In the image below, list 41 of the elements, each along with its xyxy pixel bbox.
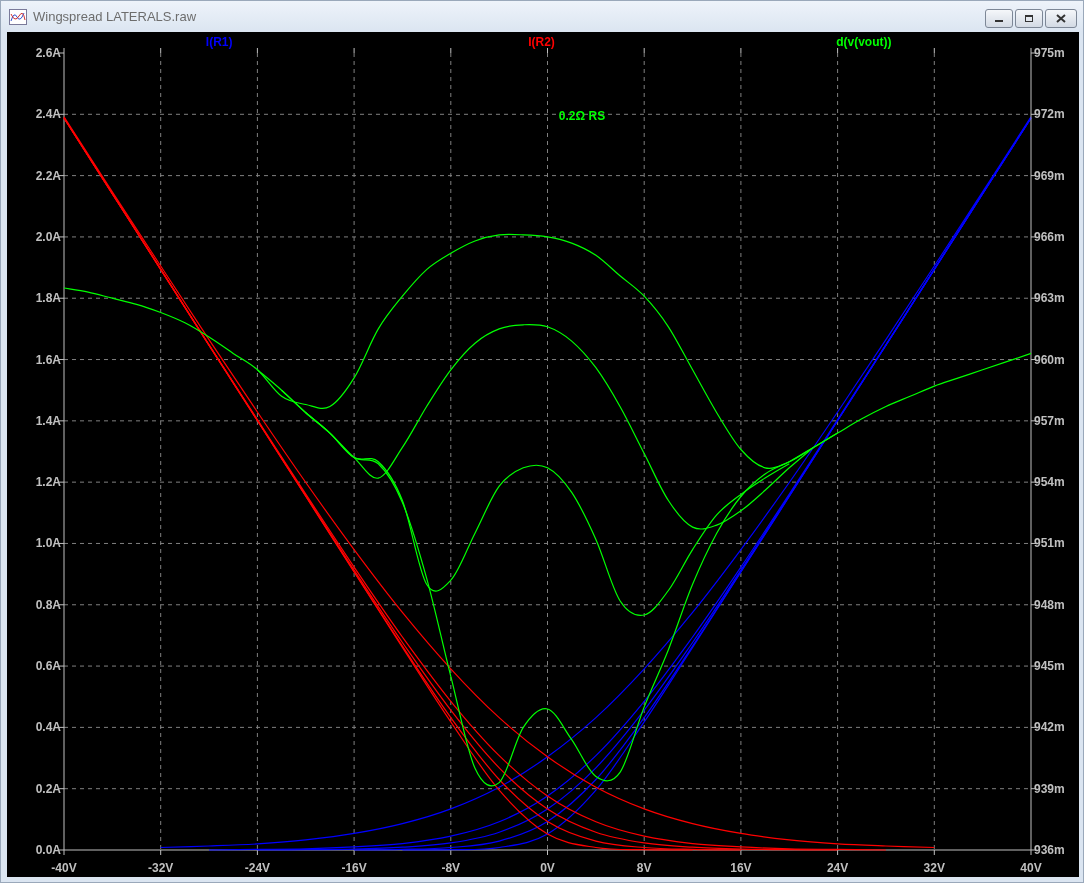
right-axis-label: 975m [1034,46,1065,60]
x-axis-label: 32V [923,861,945,875]
y-axis-label: 1.8A [35,291,61,306]
x-axis-label: -24V [244,861,271,875]
right-axis-label: 948m [1034,597,1065,612]
y-axis-label: 0.6A [35,659,61,674]
right-axis-label: 960m [1034,352,1065,367]
y-axis-label: 2.6A [35,46,61,60]
y-axis-label: 0.8A [35,597,61,612]
right-axis-label: 939m [1034,781,1065,796]
x-axis-label: -40V [51,861,77,875]
x-axis-label: 8V [636,861,652,875]
right-axis-label: 945m [1034,659,1065,674]
y-axis-label: 0.0A [35,843,61,857]
right-axis-label: 954m [1034,475,1065,490]
y-axis-label: 2.0A [35,229,61,244]
y-axis-label: 2.2A [35,168,61,183]
plot-annotation: 0.2Ω RS [558,109,606,123]
x-axis-label: -32V [148,861,174,875]
y-axis-label: 0.2A [35,781,61,796]
y-axis-label: 1.2A [35,475,61,490]
right-axis-label: 951m [1034,536,1065,551]
right-axis-label: 963m [1034,291,1065,306]
window-title: Wingspread LATERALS.raw [33,9,198,24]
x-axis-label: 24V [826,861,849,875]
right-axis-label: 972m [1034,107,1065,122]
y-axis-label: 1.4A [35,413,61,428]
x-axis-label: 40V [1020,861,1042,875]
y-axis-label: 0.4A [35,720,61,735]
y-axis-label: 1.0A [35,536,61,551]
y-axis-label: 2.4A [35,107,61,122]
right-axis-label: 969m [1034,168,1065,183]
right-axis-label: 942m [1034,720,1065,735]
x-axis-label: 16V [730,861,752,875]
right-axis-label: 936m [1034,843,1065,857]
right-axis-label: 966m [1034,229,1065,244]
x-axis-label: -16V [341,861,367,875]
x-axis-label: -8V [441,861,461,875]
right-axis-label: 957m [1034,413,1065,428]
x-axis-label: 0V [540,861,555,875]
y-axis-label: 1.6A [35,352,61,367]
